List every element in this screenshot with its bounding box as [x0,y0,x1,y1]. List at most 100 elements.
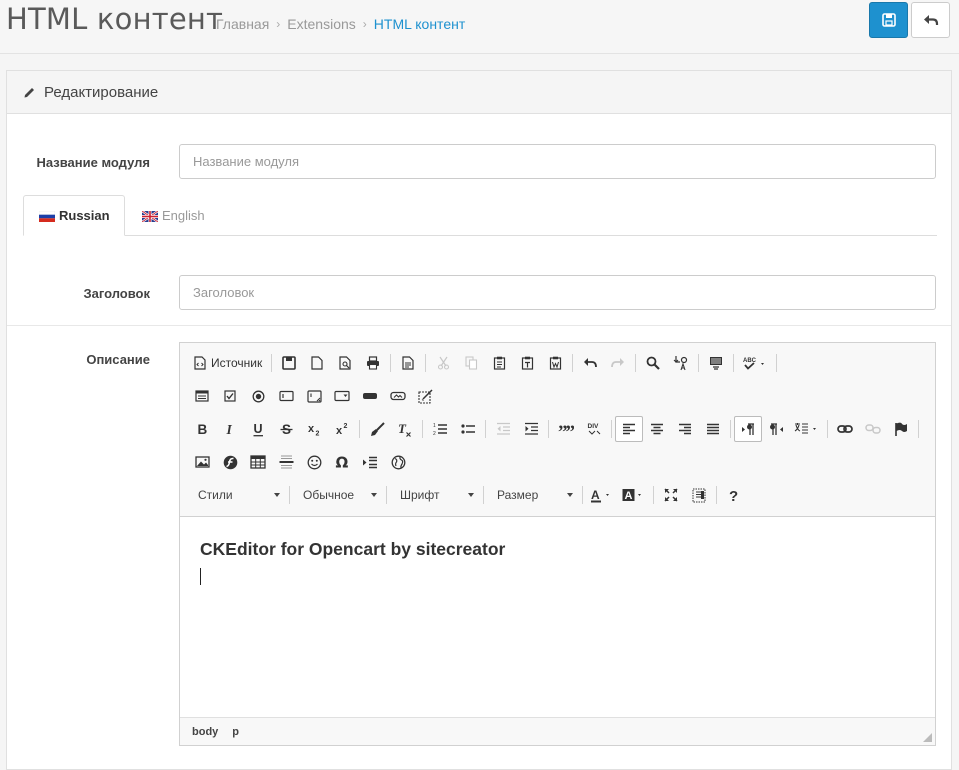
image-button[interactable] [188,449,216,475]
omega-icon: Ω [336,455,349,469]
undo-button[interactable] [576,350,604,376]
checkbox-button[interactable] [216,383,244,409]
breadcrumb-current[interactable]: HTML контент [374,16,465,32]
find-button[interactable] [639,350,667,376]
image-button-button[interactable] [384,383,412,409]
source-button[interactable]: Источник [188,350,268,376]
bold-button[interactable]: B [188,416,216,442]
toolbar-separator [611,420,612,438]
hidden-field-button[interactable] [412,383,440,409]
indent-button[interactable] [517,416,545,442]
language-tabs: Russian English [23,195,937,236]
toolbar-separator [485,420,486,438]
paste-text-button[interactable] [513,350,541,376]
smiley-icon [307,455,321,469]
path-p[interactable]: p [232,726,239,738]
editor-content-area[interactable]: CKEditor for Opencart by sitecreator [180,517,935,718]
subscript-button[interactable]: x2 [300,416,328,442]
save-button[interactable] [869,2,908,38]
align-center-button[interactable] [643,416,671,442]
about-button[interactable]: ? [720,482,748,508]
bg-color-button[interactable]: A [618,482,650,508]
cut-button[interactable] [429,350,457,376]
path-body[interactable]: body [192,726,218,738]
toolbar-row-4: Ω [188,448,412,476]
superscript-button[interactable]: x2 [328,416,356,442]
toolbar-separator [635,354,637,372]
bulleted-list-button[interactable] [454,416,482,442]
svg-text:I: I [226,422,233,436]
title-input[interactable] [179,275,936,310]
horizontal-line-button[interactable] [272,449,300,475]
flash-button[interactable] [216,449,244,475]
format-dropdown[interactable]: Обычное [293,482,383,508]
text-direction-ltr-icon [741,422,754,435]
table-button[interactable] [244,449,272,475]
iframe-button[interactable] [384,449,412,475]
paste-word-button[interactable] [541,350,569,376]
new-page-icon [311,356,323,370]
tab-english[interactable]: English [127,195,220,236]
templates-button[interactable] [394,350,422,376]
paste-button[interactable] [485,350,513,376]
search-icon [646,356,661,370]
page-break-button[interactable] [356,449,384,475]
textfield-button[interactable] [272,383,300,409]
font-dropdown[interactable]: Шрифт [390,482,480,508]
breadcrumb-extensions[interactable]: Extensions [287,16,355,32]
blockquote-button[interactable]: ”” [552,416,580,442]
select-field-button[interactable] [328,383,356,409]
svg-text:?: ? [729,488,738,503]
numbered-list-button[interactable]: 12 [426,416,454,442]
button-field-button[interactable] [356,383,384,409]
align-left-button[interactable] [615,416,643,442]
panel-heading: Редактирование [7,71,951,114]
remove-format-button[interactable]: T [391,416,419,442]
link-button[interactable] [831,416,859,442]
preview-button[interactable] [331,350,359,376]
smiley-button[interactable] [300,449,328,475]
maximize-button[interactable] [657,482,685,508]
radio-button[interactable] [244,383,272,409]
copy-formatting-button[interactable] [363,416,391,442]
redo-button[interactable] [604,350,632,376]
outdent-button[interactable] [489,416,517,442]
save-doc-button[interactable] [275,350,303,376]
replace-button[interactable] [667,350,695,376]
underline-button[interactable]: U [244,416,272,442]
outdent-icon [496,422,510,435]
special-char-button[interactable]: Ω [328,449,356,475]
back-button[interactable] [911,2,950,38]
print-button[interactable] [359,350,387,376]
align-right-button[interactable] [671,416,699,442]
svg-text:A: A [625,490,633,502]
select-all-button[interactable] [702,350,730,376]
form-button[interactable] [188,383,216,409]
ltr-button[interactable] [734,416,762,442]
styles-dropdown[interactable]: Стили [188,482,286,508]
toolbar-separator [716,486,717,504]
show-blocks-button[interactable] [685,482,713,508]
anchor-button[interactable] [887,416,915,442]
source-icon [194,356,206,370]
justify-button[interactable] [699,416,727,442]
tab-russian[interactable]: Russian [23,195,125,236]
create-div-button[interactable]: DIV [580,416,608,442]
pencil-icon [23,86,36,99]
text-color-button[interactable]: A [586,482,618,508]
module-name-input[interactable] [179,144,936,179]
strikethrough-button[interactable]: S [272,416,300,442]
italic-button[interactable]: I [216,416,244,442]
language-button[interactable] [790,416,824,442]
rtl-button[interactable] [762,416,790,442]
bold-icon: B [198,422,208,436]
size-dropdown[interactable]: Размер [487,482,579,508]
unlink-button[interactable] [859,416,887,442]
copy-button[interactable] [457,350,485,376]
breadcrumb-home[interactable]: Главная [216,16,269,32]
textarea-button[interactable] [300,383,328,409]
new-page-button[interactable] [303,350,331,376]
undo-icon [584,358,598,368]
resize-handle-icon[interactable] [923,733,932,742]
spellcheck-button[interactable]: ABC [737,350,773,376]
